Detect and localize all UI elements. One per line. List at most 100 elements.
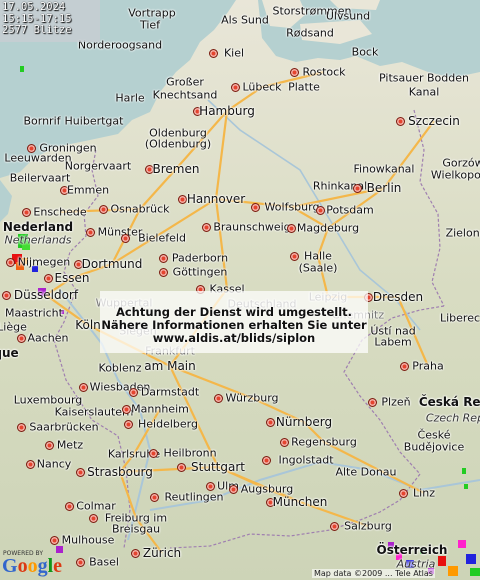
city-marker-freiburg-im[interactable] xyxy=(88,514,98,523)
city-marker-reutlingen[interactable] xyxy=(150,493,159,502)
city-label-g-ttingen: Göttingen xyxy=(172,265,228,279)
strike-info-box: 17.05.2024 15:15-17:15 2577 Blitze xyxy=(0,0,100,42)
city-label-koblenz: Koblenz xyxy=(98,361,142,375)
city-marker-plze[interactable] xyxy=(368,398,377,407)
city-label-czech-rep: Czech Rep xyxy=(425,411,480,425)
city-marker-halle[interactable] xyxy=(290,252,299,261)
city-label-augsburg: Augsburg xyxy=(240,482,294,496)
city-label-salzburg: Salzburg xyxy=(344,519,392,533)
map-canvas[interactable]: Vortrapp Tief Als Sund Storstrømmen Ulvsund R… xyxy=(0,0,480,580)
city-marker-z-rich[interactable] xyxy=(130,549,140,558)
city-label-d-sseldorf: Düsseldorf xyxy=(13,288,79,302)
city-label-hamburg: Hamburg xyxy=(199,104,255,118)
city-label-bornrif: Bornrif xyxy=(23,114,61,128)
city-marker-regensburg[interactable] xyxy=(280,438,289,447)
city-label-mannheim: Mannheim xyxy=(131,402,189,416)
city-label-paderborn: Paderborn xyxy=(171,251,229,265)
city-label-basel: Basel xyxy=(89,555,119,569)
city-label-gro-er: Großer xyxy=(166,75,204,89)
city-label-bock: Bock xyxy=(351,45,379,59)
city-label-dortmund: Dortmund xyxy=(81,257,143,271)
city-label-esk-rep: Česká Rep xyxy=(418,395,480,409)
city-marker-essen[interactable] xyxy=(44,274,53,283)
city-label-que: que xyxy=(0,346,19,360)
city-label-als-sund: Als Sund xyxy=(221,13,269,27)
city-label-mulhouse: Mulhouse xyxy=(61,533,115,547)
city-label-rostock: Rostock xyxy=(302,65,346,79)
city-marker-strasbourg[interactable] xyxy=(76,468,85,477)
city-marker-nancy[interactable] xyxy=(26,460,35,469)
city-label-regensburg: Regensburg xyxy=(291,435,357,449)
city-label-k-ln: Köln xyxy=(75,318,101,332)
city-label-li-ge: Liège xyxy=(0,320,27,334)
city-label-pitsauer-bodden: Pitsauer Bodden xyxy=(379,71,469,85)
city-marker-praha[interactable] xyxy=(400,362,409,371)
city-label-l-beck: Lübeck xyxy=(242,80,282,94)
google-logo[interactable]: Google xyxy=(2,555,62,578)
info-date: 17.05.2024 xyxy=(2,1,66,13)
city-label-m-nchen: München xyxy=(272,495,328,509)
city-label-wielkopolski: Wielkopolski xyxy=(430,168,480,182)
city-label-saale: (Saale) xyxy=(298,261,338,275)
city-label-labem: Labem xyxy=(374,335,412,349)
city-label-magdeburg: Magdeburg xyxy=(296,221,360,235)
city-label-nederland: Nederland xyxy=(2,220,74,234)
city-label-m-nster: Münster xyxy=(97,225,143,239)
city-label-wolfsburg: Wolfsburg xyxy=(264,200,320,214)
city-label-ingolstadt: Ingolstadt xyxy=(278,453,334,467)
city-marker-saarbr-cken[interactable] xyxy=(16,423,26,432)
city-label-szczecin: Szczecin xyxy=(408,114,460,128)
city-label-bud-jovice: Budějovice xyxy=(403,440,465,454)
city-label-heidelberg: Heidelberg xyxy=(138,417,198,431)
notice-url[interactable]: www.aldis.at/blids/siplon xyxy=(100,331,368,345)
city-label-bielefeld: Bielefeld xyxy=(138,231,186,245)
city-label-tief: Tief xyxy=(139,18,161,32)
city-label-knechtsand: Knechtsand xyxy=(152,88,218,102)
city-label-z-rich: Zürich xyxy=(142,546,182,560)
notice-line-1: Achtung der Dienst wird umgestellt. xyxy=(115,305,353,319)
city-label-w-rzburg: Würzburg xyxy=(225,391,279,405)
city-label-sterreich: Österreich xyxy=(376,543,448,557)
city-label-harle: Harle xyxy=(115,91,145,105)
city-label-dresden: Dresden xyxy=(372,290,424,304)
city-label-ulvsund: Ulvsund xyxy=(325,9,371,23)
city-label-osnabr-ck: Osnabrück xyxy=(110,202,170,216)
city-marker-m-nster[interactable] xyxy=(85,228,95,237)
city-marker-berlin[interactable] xyxy=(352,184,362,193)
city-marker-basel[interactable] xyxy=(76,558,85,567)
city-label-oldenburg: (Oldenburg) xyxy=(144,137,212,151)
city-marker-colmar[interactable] xyxy=(64,502,74,511)
city-label-darmstadt: Darmstadt xyxy=(140,385,200,399)
city-label-berlin: Berlin xyxy=(366,181,402,195)
city-label-reutlingen: Reutlingen xyxy=(164,490,224,504)
city-marker-d-sseldorf[interactable] xyxy=(2,291,11,300)
city-marker-l-beck[interactable] xyxy=(230,83,240,92)
info-strike-count: 2577 Blitze xyxy=(2,24,72,36)
city-marker-potsdam[interactable] xyxy=(315,206,325,215)
city-label-aachen: Aachen xyxy=(27,331,69,345)
map-data-attribution[interactable]: Map data ©2009 ... Tele Atlas xyxy=(312,569,435,578)
city-label-enschede: Enschede xyxy=(33,205,87,219)
city-label-am-main: am Main xyxy=(144,359,196,373)
city-marker-heidelberg[interactable] xyxy=(124,420,133,429)
city-label-huibertgat: Huibertgat xyxy=(64,114,124,128)
city-marker-braunschweig[interactable] xyxy=(201,223,211,232)
city-label-breisgau: Breisgau xyxy=(111,522,161,536)
city-label-n-rnberg: Nürnberg xyxy=(275,415,333,429)
city-label-finowkanal: Finowkanal xyxy=(353,162,415,176)
city-label-linz: Linz xyxy=(413,486,435,500)
city-marker-ingolstadt[interactable] xyxy=(262,456,271,465)
city-label-kiel: Kiel xyxy=(223,46,245,60)
city-marker-rostock[interactable] xyxy=(289,68,299,77)
city-label-bremen: Bremen xyxy=(152,162,200,176)
city-marker-aachen[interactable] xyxy=(16,334,26,343)
city-label-liberec: Liberec xyxy=(439,311,480,325)
city-label-stuttgart: Stuttgart xyxy=(191,460,245,474)
city-label-praha: Praha xyxy=(412,359,444,373)
city-label-platte: Platte xyxy=(288,80,320,94)
city-label-r-dsand: Rødsand xyxy=(286,26,334,40)
city-label-nijmegen: Nijmegen xyxy=(17,255,71,269)
city-label-netherlands: Netherlands xyxy=(4,233,72,247)
city-label-maastricht: Maastricht xyxy=(5,306,63,320)
city-label-metz: Metz xyxy=(56,438,84,452)
